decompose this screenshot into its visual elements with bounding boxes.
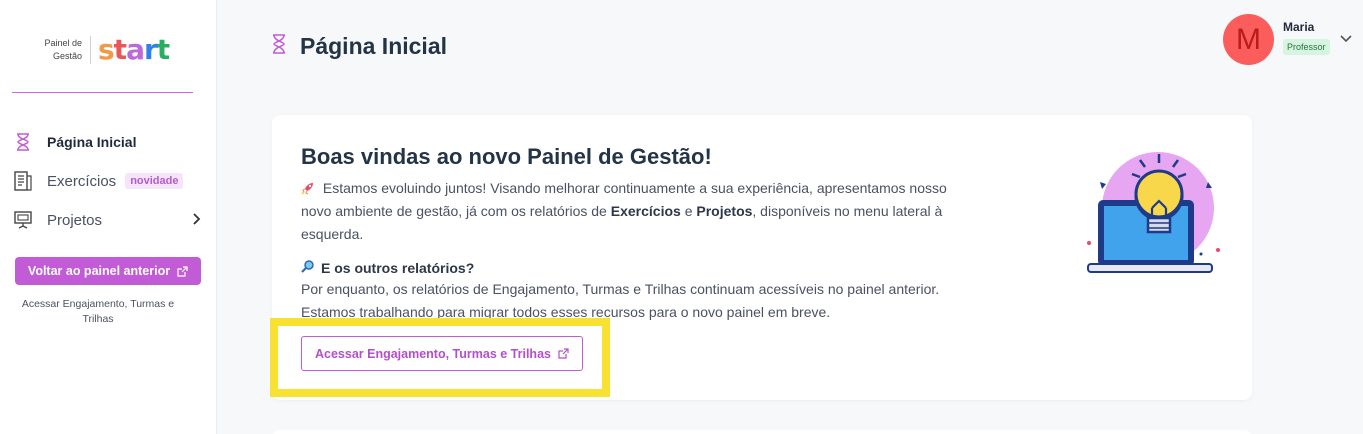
back-to-old-panel-button[interactable]: Voltar ao painel anterior (15, 257, 201, 285)
document-icon (12, 170, 34, 192)
logo-letter: s (98, 33, 115, 66)
logo-subtitle: Painel de Gestão (44, 38, 82, 61)
other-reports-heading: E os outros relatórios? (301, 259, 474, 276)
sidebar-item-label: Página Inicial (47, 134, 137, 150)
hourglass-icon (272, 34, 286, 59)
sidebar-item-exercicios[interactable]: Exercícios novidade (12, 170, 207, 192)
new-badge: novidade (125, 173, 184, 189)
secondary-card (272, 430, 1252, 434)
logo[interactable]: Painel de Gestão start (36, 33, 170, 66)
welcome-text-2: e (680, 203, 697, 219)
logo-letter: r (143, 33, 158, 66)
user-menu[interactable]: M Maria Professor (1223, 14, 1330, 65)
page-title: Página Inicial (300, 33, 447, 59)
logo-separator (90, 36, 91, 64)
avatar[interactable]: M (1223, 14, 1274, 65)
user-name: Maria (1283, 20, 1315, 34)
external-link-icon (177, 265, 188, 277)
sidebar-item-projetos[interactable]: Projetos (12, 209, 207, 231)
other-reports-title: E os outros relatórios? (321, 259, 475, 276)
sidebar-item-pagina-inicial[interactable]: Página Inicial (12, 131, 207, 153)
sidebar-item-label: Exercícios (47, 172, 117, 190)
chevron-down-icon[interactable] (1339, 31, 1353, 49)
magnifier-icon (301, 259, 315, 276)
logo-letter: t (113, 33, 127, 66)
highlight-box (270, 318, 610, 397)
sidebar-note: Acessar Engajamento, Turmas e Trilhas (21, 298, 175, 325)
projector-icon (12, 209, 34, 231)
lightbulb-laptop-illustration (1087, 152, 1220, 273)
chevron-right-icon (191, 212, 201, 231)
welcome-paragraph: Estamos evoluindo juntos! Visando melhor… (301, 177, 981, 246)
sidebar-divider (12, 92, 193, 93)
back-button-label: Voltar ao painel anterior (27, 264, 171, 278)
projetos-highlight: Projetos (696, 203, 753, 219)
logo-letter: t (156, 33, 170, 66)
welcome-title: Boas vindas ao novo Painel de Gestão! (301, 144, 712, 169)
page-header: Página Inicial (272, 33, 447, 60)
exercicios-highlight: Exercícios (610, 203, 681, 219)
rocket-icon (301, 180, 323, 196)
user-info: Maria Professor (1283, 20, 1330, 65)
sidebar: Painel de Gestão start Página Inicial Ex… (0, 0, 217, 434)
logo-wordmark: start (98, 33, 170, 66)
role-badge: Professor (1283, 39, 1330, 55)
hourglass-icon (12, 131, 34, 153)
sidebar-item-label: Projetos (47, 211, 103, 229)
logo-letter: a (126, 33, 145, 66)
